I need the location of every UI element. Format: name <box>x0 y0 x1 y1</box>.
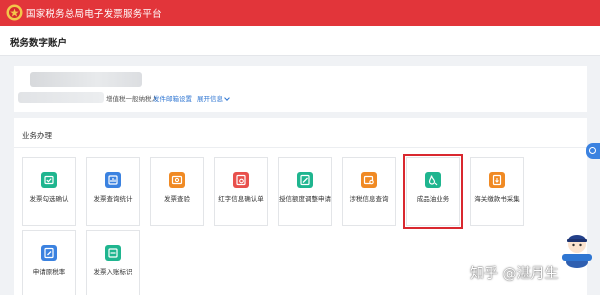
tile-label: 发票勾选确认 <box>29 195 69 203</box>
customer-service-button[interactable] <box>586 143 600 159</box>
tile-label: 海关缴款书采集 <box>474 195 520 203</box>
section-divider <box>14 147 587 148</box>
tile-credit-adjust-apply[interactable]: 授信额度调整申请 <box>278 157 332 226</box>
tile-label: 成品油业务 <box>416 195 450 203</box>
tile-refined-oil-business[interactable]: 成品油业务 <box>403 154 463 229</box>
redacted-tax-id <box>18 92 104 103</box>
red-invoice-icon <box>233 172 249 188</box>
credit-adjust-icon <box>297 172 313 188</box>
ledger-mark-icon <box>105 245 121 261</box>
apply-rate-icon <box>41 245 57 261</box>
oil-drop-icon <box>425 172 441 188</box>
tile-label: 发票入账标识 <box>93 268 133 276</box>
tile-invoice-entry-mark[interactable]: 发票入账标识 <box>86 230 140 295</box>
watermark: 知乎 @湛月生 <box>470 266 559 282</box>
tile-invoice-check-confirm[interactable]: 发票勾选确认 <box>22 157 76 226</box>
tile-label: 红字信息确认单 <box>218 195 264 203</box>
verify-ticket-icon <box>169 172 185 188</box>
query-stats-icon <box>105 172 121 188</box>
redacted-company-name <box>30 72 142 87</box>
email-settings-link[interactable]: 发件邮箱设置 <box>153 93 192 103</box>
tile-invoice-verify[interactable]: 发票查验 <box>150 157 204 226</box>
mascot-badge <box>562 254 592 261</box>
mascot-icon <box>566 235 588 268</box>
page-title: 税务数字账户 <box>10 38 68 49</box>
customs-doc-icon <box>489 172 505 188</box>
taxpayer-type-label: 增值税一般纳税人 <box>106 95 158 103</box>
tile-label: 申请原税率 <box>32 268 66 276</box>
page-header: 税务数字账户 <box>0 26 600 56</box>
tile-label: 涉税信息查询 <box>349 195 389 203</box>
tile-red-invoice-confirm[interactable]: 红字信息确认单 <box>214 157 268 226</box>
tile-label: 发票查询统计 <box>93 195 133 203</box>
check-ticket-icon <box>41 172 57 188</box>
chevron-down-icon <box>224 95 230 101</box>
tile-tax-info-query[interactable]: 涉税信息查询 <box>342 157 396 226</box>
headset-icon <box>589 147 596 154</box>
user-info-card: 增值税一般纳税人 发件邮箱设置 展开信息 <box>14 66 587 112</box>
tile-label: 授信额度调整申请 <box>279 195 331 203</box>
platform-title: 国家税务总局电子发票服务平台 <box>26 9 162 20</box>
assistant-mascot[interactable] <box>562 228 592 268</box>
expand-info-label: 展开信息 <box>197 95 223 103</box>
tile-invoice-query-stats[interactable]: 发票查询统计 <box>86 157 140 226</box>
tax-info-icon <box>361 172 377 188</box>
expand-info-link[interactable]: 展开信息 <box>197 93 230 103</box>
tile-customs-payment-collect[interactable]: 海关缴款书采集 <box>470 157 524 226</box>
tile-label: 发票查验 <box>164 195 190 203</box>
tax-emblem-icon <box>6 4 23 21</box>
section-title: 业务办理 <box>22 131 52 140</box>
tile-apply-original-rate[interactable]: 申请原税率 <box>22 230 76 295</box>
top-bar: 国家税务总局电子发票服务平台 <box>0 0 600 26</box>
